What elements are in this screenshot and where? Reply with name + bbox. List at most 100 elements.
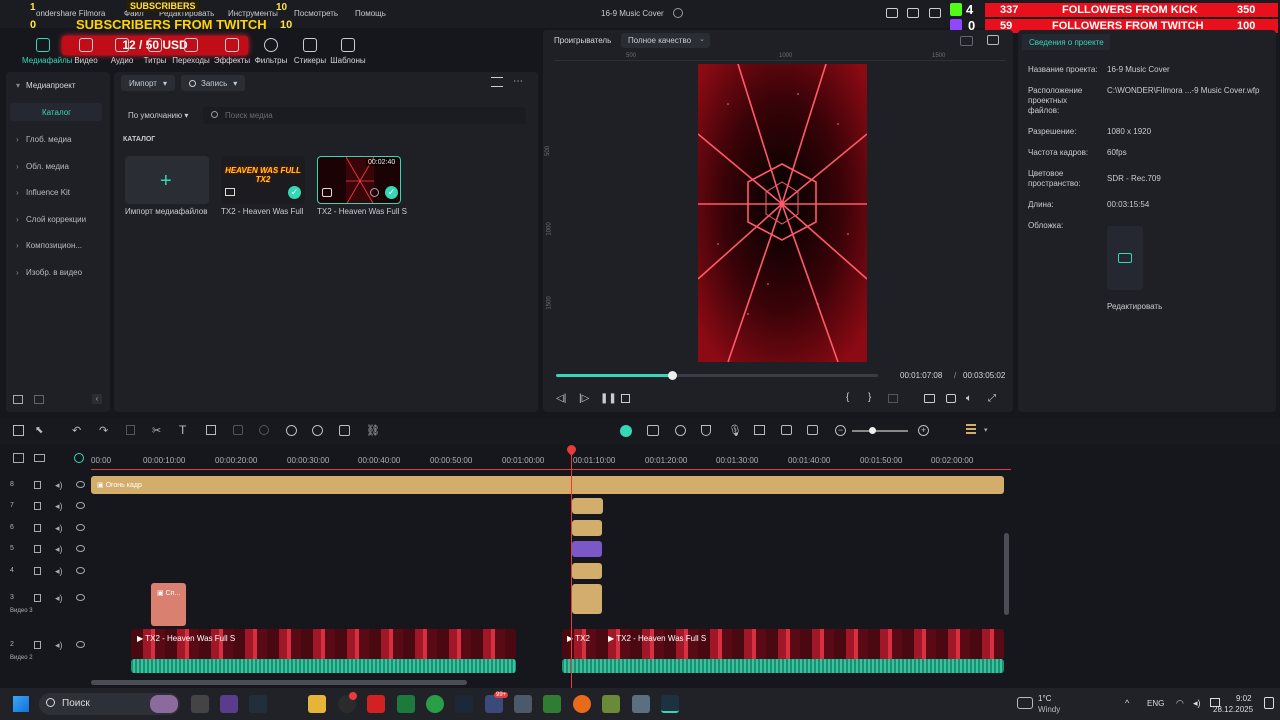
folder-icon[interactable] xyxy=(34,395,44,404)
filmora-active-icon[interactable] xyxy=(661,695,679,713)
color-icon[interactable] xyxy=(259,425,269,435)
menu-view[interactable]: Посмотреть xyxy=(294,9,338,18)
app-icon[interactable] xyxy=(220,695,238,713)
menu-help[interactable]: Помощь xyxy=(355,9,386,18)
speaker-icon[interactable]: ◂) xyxy=(1193,698,1201,709)
mark-out-icon[interactable]: } xyxy=(868,392,871,403)
fullscreen-icon[interactable]: ⤢ xyxy=(988,393,996,404)
mark-in-icon[interactable]: { xyxy=(846,392,849,403)
tab-media[interactable]: Медиафайлы xyxy=(22,38,73,65)
zoom-in-icon[interactable]: + xyxy=(918,425,929,436)
tab-video[interactable]: Видео xyxy=(71,38,101,65)
add-track-icon[interactable] xyxy=(13,453,24,463)
tab-audio[interactable]: Аудио xyxy=(107,38,137,65)
language-indicator[interactable]: ENG xyxy=(1147,699,1164,708)
photos-icon[interactable] xyxy=(514,695,532,713)
lock-icon[interactable] xyxy=(34,567,41,575)
prev-frame-icon[interactable]: ◁| xyxy=(556,393,566,404)
display-icon[interactable] xyxy=(924,394,935,403)
render-icon[interactable] xyxy=(620,425,632,437)
media-item-video[interactable]: 00:02:40 ✓ xyxy=(317,156,401,204)
pause-icon[interactable]: ❚❚ xyxy=(600,393,617,404)
tab-stickers[interactable]: Стикеры xyxy=(289,38,331,65)
playback-scrubber[interactable] xyxy=(667,371,677,380)
lock-icon[interactable] xyxy=(34,641,41,649)
mic-icon[interactable]: 🎙︎ xyxy=(728,424,742,437)
sidebar-item-compound[interactable]: › Композицион... xyxy=(16,241,82,250)
volume-icon[interactable]: ◂) xyxy=(55,593,63,604)
camera-icon[interactable] xyxy=(946,394,956,403)
tray-expand-icon[interactable]: ^ xyxy=(1125,698,1129,708)
eye-icon[interactable] xyxy=(76,524,85,531)
subtitle-icon[interactable] xyxy=(781,425,792,435)
snapshot-icon[interactable] xyxy=(987,35,999,45)
sidebar-header[interactable]: ▾ Медиапроект xyxy=(16,81,76,90)
volume-icon[interactable]: ◂) xyxy=(55,566,63,577)
more-icon[interactable]: ⋯ xyxy=(513,76,523,87)
timeline-horizontal-scrollbar[interactable] xyxy=(91,680,467,685)
app-icon[interactable] xyxy=(602,695,620,713)
redo-icon[interactable]: ↷ xyxy=(99,424,108,437)
audio-mixer-icon[interactable] xyxy=(754,425,765,435)
clip-track7[interactable] xyxy=(572,498,603,514)
tab-templates[interactable]: Шаблоны xyxy=(327,38,369,65)
record-button[interactable]: Запись ▾ xyxy=(181,75,246,91)
undo-icon[interactable]: ↶ xyxy=(72,424,81,437)
sidebar-item-image-to-video[interactable]: › Изобр. в видео xyxy=(16,268,82,277)
track-manage-icon[interactable] xyxy=(34,454,45,462)
clock-date[interactable]: 28.12.2025 xyxy=(1213,705,1253,714)
tab-filters[interactable]: Фильтры xyxy=(250,38,292,65)
snap-icon[interactable] xyxy=(675,425,686,436)
task-view-icon[interactable] xyxy=(191,695,209,713)
tab-effects[interactable]: Эффекты xyxy=(211,38,253,65)
replace-icon[interactable] xyxy=(807,425,818,435)
collapse-icon[interactable]: ‹ xyxy=(92,394,102,404)
eye-icon[interactable] xyxy=(76,545,85,552)
eye-icon[interactable] xyxy=(76,567,85,574)
filmora-icon[interactable] xyxy=(249,695,267,713)
app-red-icon[interactable] xyxy=(367,695,385,713)
sidebar-item-global[interactable]: › Глоб. медиа xyxy=(16,135,71,144)
magnet-icon[interactable] xyxy=(74,453,84,463)
ai-icon[interactable] xyxy=(286,425,297,436)
timeline-vertical-scrollbar[interactable] xyxy=(1004,533,1009,615)
shield-icon[interactable] xyxy=(701,425,711,436)
eye-icon[interactable] xyxy=(76,502,85,509)
clip-track5[interactable] xyxy=(572,541,602,557)
select-tool-icon[interactable]: ⬉ xyxy=(35,425,43,436)
import-button[interactable]: Импорт ▾ xyxy=(121,75,175,91)
sidebar-item-cloud[interactable]: › Обл. медиа xyxy=(16,162,69,171)
info-icon[interactable] xyxy=(673,8,683,18)
zoom-slider[interactable] xyxy=(852,430,908,432)
new-folder-icon[interactable] xyxy=(13,395,23,404)
sidebar-item-influence[interactable]: › Influence Kit xyxy=(16,188,70,197)
chrome-icon[interactable] xyxy=(426,695,444,713)
lock-icon[interactable] xyxy=(34,502,41,510)
volume-icon[interactable]: ◂) xyxy=(55,640,63,651)
import-media-card[interactable]: + xyxy=(125,156,209,204)
split-icon[interactable]: ✂ xyxy=(152,424,161,437)
weather-icon[interactable] xyxy=(1017,697,1033,709)
wifi-icon[interactable]: ◠ xyxy=(1176,698,1184,709)
window-icon[interactable] xyxy=(929,8,941,18)
clip-main-b-audio[interactable] xyxy=(562,659,1004,673)
notes-icon[interactable] xyxy=(632,695,650,713)
play-icon[interactable]: |▷ xyxy=(579,393,589,404)
eye-icon[interactable] xyxy=(76,594,85,601)
lock-icon[interactable] xyxy=(34,524,41,532)
audio-stretch-icon[interactable] xyxy=(312,425,323,436)
mask-icon[interactable] xyxy=(339,425,350,436)
lock-icon[interactable] xyxy=(34,545,41,553)
link-icon[interactable]: ⛓ xyxy=(366,424,380,437)
volume-icon[interactable]: 🔈︎ xyxy=(966,393,972,404)
grid-icon[interactable] xyxy=(960,36,973,46)
firefox-icon[interactable] xyxy=(573,695,591,713)
zoom-out-icon[interactable]: − xyxy=(835,425,846,436)
volume-icon[interactable]: ◂) xyxy=(55,501,63,512)
volume-icon[interactable]: ◂) xyxy=(55,523,63,534)
text-icon[interactable]: T xyxy=(179,423,186,437)
notifications-icon[interactable] xyxy=(1264,697,1274,709)
clip-track3[interactable] xyxy=(572,584,602,614)
windows-start-icon[interactable] xyxy=(13,696,29,712)
zoom-slider-knob[interactable] xyxy=(869,427,876,434)
